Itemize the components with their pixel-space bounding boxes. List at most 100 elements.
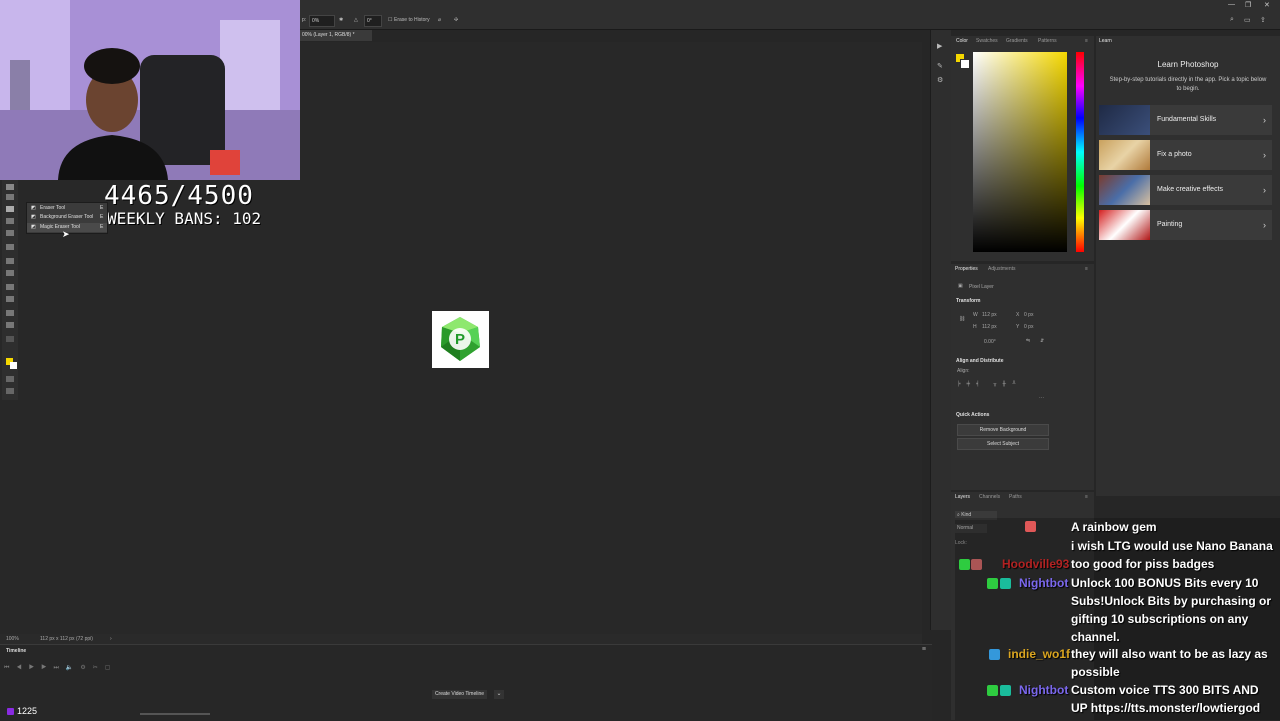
- learn-item-fix-a-photo[interactable]: Fix a photo ›: [1099, 140, 1272, 170]
- move-tool-icon[interactable]: [6, 184, 14, 190]
- tab-adjustments[interactable]: Adjustments: [988, 264, 1016, 275]
- document-size: 112 px x 112 px (72 ppi): [40, 636, 93, 642]
- tab-paths[interactable]: Paths: [1009, 492, 1022, 503]
- svg-text:P: P: [455, 331, 465, 348]
- sensitivity-icon[interactable]: ⌀: [438, 17, 441, 23]
- tab-gradients[interactable]: Gradients: [1006, 36, 1028, 47]
- pen-tool-icon[interactable]: [6, 258, 14, 264]
- transform-section-title[interactable]: Transform: [956, 298, 980, 304]
- background-swatch[interactable]: [960, 59, 970, 69]
- align-buttons[interactable]: ╞╪╡ ╥╫╨: [957, 381, 1022, 387]
- status-menu-chevron-icon[interactable]: ›: [110, 636, 112, 642]
- flyout-item-eraser[interactable]: ◩ Eraser Tool E: [27, 204, 107, 213]
- lasso-tool-icon[interactable]: [6, 218, 14, 224]
- eraser-tool-icon[interactable]: [6, 206, 14, 212]
- zoom-level[interactable]: 100%: [6, 636, 19, 642]
- chat-message-text: too good for piss badges: [1071, 557, 1215, 571]
- flyout-item-background-eraser[interactable]: ◩ Background Eraser Tool E: [27, 213, 107, 222]
- learn-item-fundamental-skills[interactable]: Fundamental Skills ›: [1099, 105, 1272, 135]
- y-field[interactable]: 0 px: [1024, 324, 1033, 330]
- minimize-icon[interactable]: —: [1228, 1, 1235, 8]
- chat-username[interactable]: Nightbot: [1019, 681, 1068, 699]
- brush-settings-icon[interactable]: ✎: [937, 62, 943, 70]
- layer-type: Pixel Layer: [969, 284, 994, 290]
- color-panel-menu-icon[interactable]: ≡: [1085, 36, 1088, 47]
- close-icon[interactable]: ✕: [1264, 1, 1270, 9]
- flow-input[interactable]: 0°: [364, 15, 382, 27]
- timeline-menu-icon[interactable]: ≡: [922, 646, 926, 653]
- screen-mode-icon[interactable]: [6, 388, 14, 394]
- share-icon[interactable]: ⇪: [1260, 16, 1266, 24]
- tab-learn[interactable]: Learn: [1099, 36, 1112, 47]
- height-field[interactable]: 112 px: [982, 324, 997, 330]
- pressure-icon[interactable]: ✱: [339, 17, 343, 23]
- tab-properties[interactable]: Properties: [955, 264, 978, 275]
- tab-channels[interactable]: Channels: [979, 492, 1000, 503]
- tab-swatches[interactable]: Swatches: [976, 36, 998, 47]
- type-tool-icon[interactable]: [6, 270, 14, 276]
- symmetry-icon[interactable]: ✣: [454, 17, 458, 23]
- remove-background-button[interactable]: Remove Background: [957, 424, 1049, 436]
- erase-to-history-checkbox[interactable]: ☐: [388, 17, 392, 23]
- adjust-icon[interactable]: ⚙: [937, 76, 943, 84]
- shape-tool-icon[interactable]: [6, 296, 14, 302]
- chat-username[interactable]: Hoodville93: [1002, 555, 1069, 573]
- more-options-icon[interactable]: ···: [1039, 395, 1044, 401]
- workspace-icon[interactable]: ▭: [1244, 16, 1251, 24]
- document-tab[interactable]: 00% (Layer 1, RGB/8) *: [300, 30, 372, 41]
- hue-slider[interactable]: [1076, 52, 1084, 252]
- streamer-video: [0, 0, 300, 180]
- learn-item-painting[interactable]: Painting ›: [1099, 210, 1272, 240]
- link-icon[interactable]: ⛓: [959, 316, 965, 322]
- background-color-swatch[interactable]: [10, 362, 17, 369]
- select-subject-button[interactable]: Select Subject: [957, 438, 1049, 450]
- learn-item-creative-effects[interactable]: Make creative effects ›: [1099, 175, 1272, 205]
- stamp-tool-icon[interactable]: [6, 244, 14, 250]
- flip-horizontal-icon[interactable]: ⇋: [1026, 338, 1030, 344]
- timeline-zoom-slider[interactable]: [140, 713, 210, 715]
- layers-menu-icon[interactable]: ≡: [1085, 492, 1088, 503]
- verified-badge-icon: [987, 578, 998, 589]
- create-video-timeline-button[interactable]: Create Video Timeline: [432, 690, 487, 699]
- opacity-label: p:: [302, 17, 307, 23]
- color-saturation-field[interactable]: [973, 52, 1067, 252]
- timeline-dropdown-chevron-icon[interactable]: ⌄: [494, 690, 504, 699]
- properties-menu-icon[interactable]: ≡: [1085, 264, 1088, 275]
- properties-panel: Properties Adjustments ≡ ▣ Pixel Layer T…: [951, 264, 1094, 490]
- path-select-tool-icon[interactable]: [6, 284, 14, 290]
- chat-message-text: they will also want to be as lazy as pos…: [1071, 647, 1268, 679]
- history-icon[interactable]: ▶: [937, 42, 942, 50]
- quick-mask-icon[interactable]: [6, 376, 14, 382]
- weekly-bans-counter: WEEKLY BANS: 102: [107, 209, 262, 228]
- document-canvas[interactable]: P: [432, 311, 489, 368]
- width-field[interactable]: 112 px: [982, 312, 997, 318]
- align-section-title[interactable]: Align and Distribute: [956, 358, 1004, 364]
- chat-username[interactable]: Nightbot: [1019, 574, 1068, 592]
- chat-message-text: i wish LTG would use Nano Banana: [1071, 539, 1273, 553]
- moderator-badge-icon: [1000, 578, 1011, 589]
- angle-field[interactable]: 0.00°: [984, 339, 996, 345]
- search-icon[interactable]: ⌕: [1230, 16, 1234, 24]
- timeline-playback-controls[interactable]: ⏮◀▶▶⏭🔈⚙✂▢: [4, 664, 124, 672]
- chevron-right-icon: ›: [1263, 185, 1266, 195]
- chat-username[interactable]: indie_wo1f: [1008, 645, 1070, 663]
- hand-tool-icon[interactable]: [6, 310, 14, 316]
- marquee-tool-icon[interactable]: [6, 194, 14, 200]
- zoom-tool-icon[interactable]: [6, 322, 14, 328]
- learn-title: Learn Photoshop: [1157, 60, 1219, 69]
- flip-vertical-icon[interactable]: ⇵: [1040, 338, 1044, 344]
- more-tools-icon[interactable]: [6, 336, 14, 342]
- creative-effects-thumbnail: [1099, 175, 1150, 205]
- x-field[interactable]: 0 px: [1024, 312, 1033, 318]
- opacity-input[interactable]: 0%: [309, 15, 335, 27]
- tab-color[interactable]: Color: [956, 36, 968, 47]
- tab-layers[interactable]: Layers: [955, 492, 970, 503]
- webcam-feed: [0, 0, 300, 180]
- tab-patterns[interactable]: Patterns: [1038, 36, 1057, 47]
- timeline-tab[interactable]: Timeline: [6, 648, 26, 654]
- chat-user-avatar: [1025, 521, 1036, 532]
- eraser-icon: ◩: [31, 205, 36, 211]
- brush-tool-icon[interactable]: [6, 230, 14, 236]
- quick-actions-title[interactable]: Quick Actions: [956, 412, 989, 418]
- restore-icon[interactable]: ❐: [1245, 1, 1251, 9]
